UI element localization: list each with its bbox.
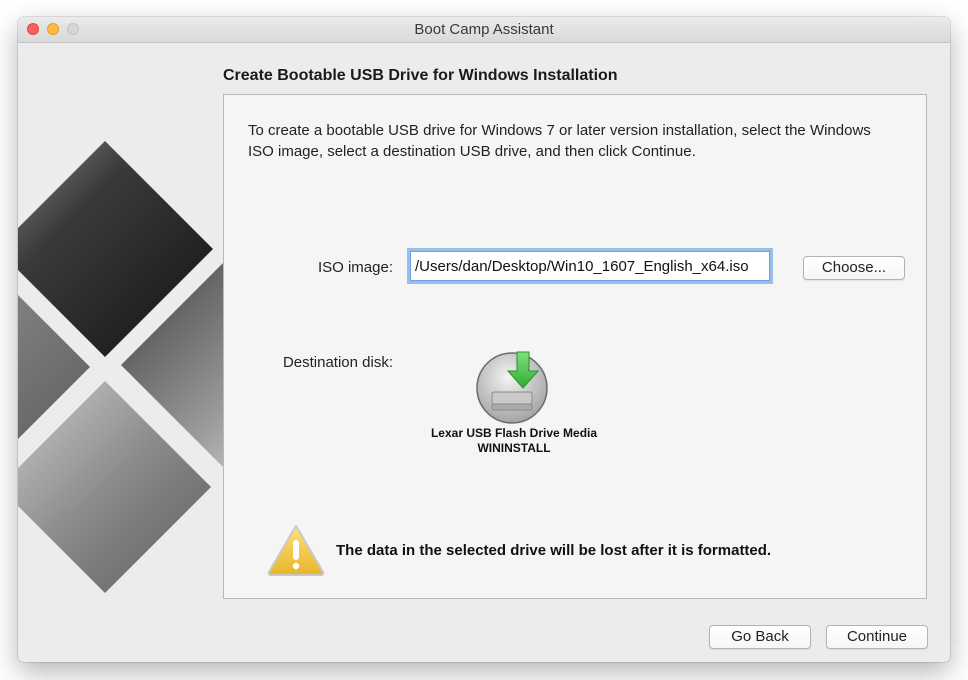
disk-volume-name: WININSTALL <box>477 441 551 455</box>
boot-camp-window: Boot Camp Assistant Create Bootable USB … <box>18 17 950 662</box>
title-bar[interactable]: Boot Camp Assistant <box>18 17 950 43</box>
destination-disk-item[interactable]: Lexar USB Flash Drive Media WININSTALL <box>414 350 614 460</box>
warning-message: The data in the selected drive will be l… <box>336 542 772 559</box>
choose-button[interactable]: Choose... <box>803 256 905 280</box>
iso-image-label: ISO image: <box>317 259 393 276</box>
usb-drive-icon <box>476 351 548 424</box>
disk-media-name: Lexar USB Flash Drive Media <box>430 426 598 440</box>
disk-name-label: Lexar USB Flash Drive Media WININSTALL <box>414 426 614 456</box>
destination-disk-label: Destination disk: <box>282 354 393 371</box>
go-back-button[interactable]: Go Back <box>709 625 811 649</box>
iso-path-field[interactable] <box>410 251 770 281</box>
intro-text: To create a bootable USB drive for Windo… <box>248 122 871 160</box>
page-heading: Create Bootable USB Drive for Windows In… <box>223 67 618 84</box>
warning-icon <box>267 525 325 576</box>
content-panel: To create a bootable USB drive for Windo… <box>223 94 927 599</box>
window-title: Boot Camp Assistant <box>414 21 554 38</box>
continue-button[interactable]: Continue <box>826 625 928 649</box>
